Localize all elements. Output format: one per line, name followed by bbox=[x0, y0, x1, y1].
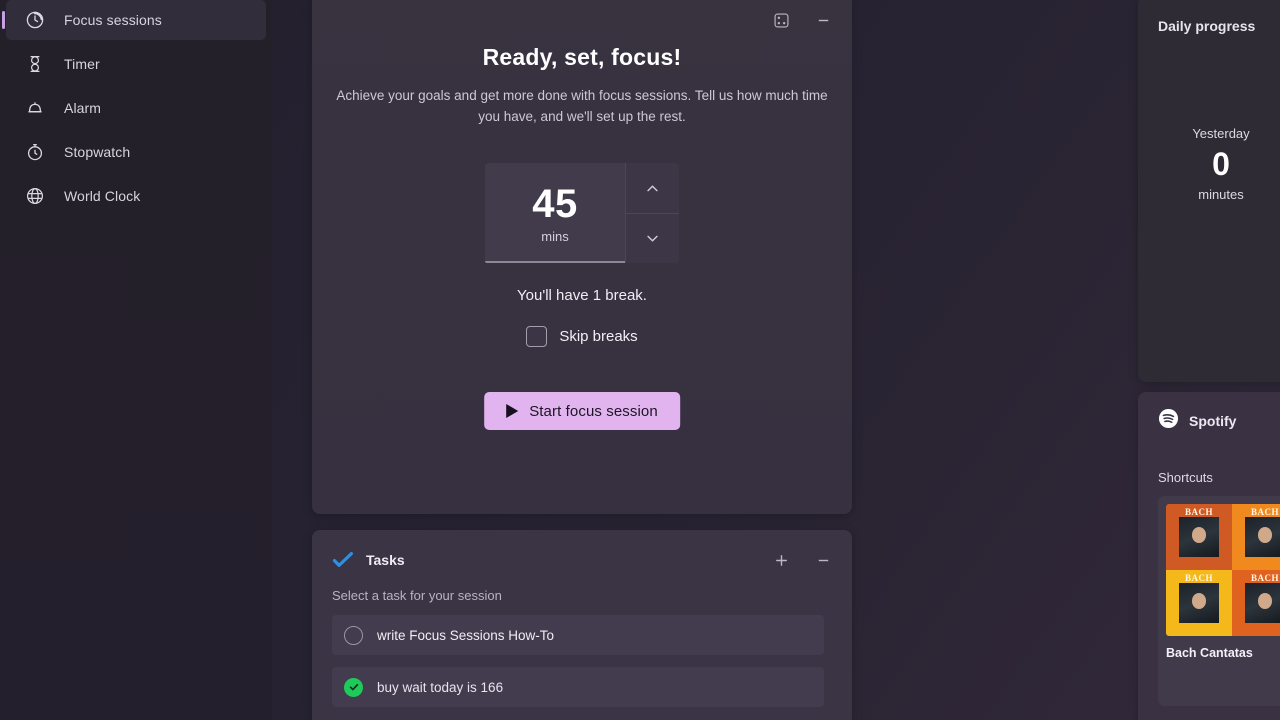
chevron-down-icon[interactable] bbox=[626, 213, 679, 263]
clock-app-window: Focus sessions Timer Alarm Stopwatch Wor… bbox=[0, 0, 1280, 720]
spotify-shortcuts-label: Shortcuts bbox=[1158, 470, 1213, 485]
yesterday-unit: minutes bbox=[1198, 187, 1244, 202]
sidebar-item-stopwatch[interactable]: Stopwatch bbox=[6, 132, 266, 172]
focus-description: Achieve your goals and get more done wit… bbox=[336, 88, 828, 124]
daily-progress-card: Daily progress Yesterday 0 minutes Daily… bbox=[1138, 0, 1280, 382]
minimize-icon[interactable] bbox=[808, 6, 838, 34]
task-checkbox-icon[interactable] bbox=[344, 625, 363, 645]
to-do-check-icon bbox=[332, 551, 354, 569]
skip-breaks-label: Skip breaks bbox=[559, 328, 638, 345]
skip-breaks-checkbox[interactable] bbox=[526, 326, 548, 347]
minimize-icon[interactable] bbox=[808, 546, 838, 574]
start-focus-session-button[interactable]: Start focus session bbox=[484, 392, 680, 430]
sidebar-item-label: Alarm bbox=[64, 100, 102, 116]
sidebar-item-world-clock[interactable]: World Clock bbox=[6, 176, 266, 216]
tasks-tools bbox=[766, 546, 838, 574]
start-button-label: Start focus session bbox=[529, 402, 658, 420]
alarm-bell-icon bbox=[24, 97, 46, 119]
focus-card-tools bbox=[766, 6, 838, 34]
task-row[interactable]: write Focus Sessions How-To bbox=[332, 615, 824, 655]
tasks-card: Tasks Select a task for your session wri… bbox=[312, 530, 852, 720]
stopwatch-icon bbox=[24, 141, 46, 163]
sidebar-item-alarm[interactable]: Alarm bbox=[6, 88, 266, 128]
spotify-label: Spotify bbox=[1189, 413, 1237, 429]
tasks-subtitle: Select a task for your session bbox=[332, 588, 502, 603]
sidebar-item-label: Focus sessions bbox=[64, 12, 162, 28]
tasks-header: Tasks bbox=[312, 530, 852, 574]
task-label: write Focus Sessions How-To bbox=[377, 627, 555, 643]
spotify-tile[interactable]: BACH BACH BACH BACH Bach Cantatas bbox=[1158, 496, 1280, 706]
task-label: buy wait today is 166 bbox=[377, 679, 504, 695]
completed-text: Completed: 2 minutes bbox=[1138, 336, 1280, 352]
spotify-icon bbox=[1158, 408, 1179, 434]
play-icon bbox=[506, 404, 519, 418]
task-row[interactable]: buy wait today is 166 bbox=[332, 667, 824, 707]
duration-value-box[interactable]: 45 mins bbox=[485, 163, 625, 263]
tasks-title: Tasks bbox=[366, 552, 405, 568]
sidebar-item-label: Timer bbox=[64, 56, 100, 72]
daily-progress-title: Daily progress bbox=[1158, 18, 1256, 34]
hourglass-icon bbox=[24, 53, 46, 75]
duration-value: 45 bbox=[532, 181, 578, 226]
add-task-icon[interactable] bbox=[766, 546, 796, 574]
sidebar-item-focus-sessions[interactable]: Focus sessions bbox=[6, 0, 266, 40]
page-title: Ready, set, focus! bbox=[482, 44, 682, 70]
duration-spinner[interactable]: 45 mins bbox=[485, 163, 679, 263]
skip-breaks-row[interactable]: Skip breaks bbox=[312, 326, 852, 347]
album-art-bach-cantatas: BACH BACH BACH BACH bbox=[1166, 504, 1280, 636]
break-note: You'll have 1 break. bbox=[517, 287, 647, 304]
sidebar: Focus sessions Timer Alarm Stopwatch Wor… bbox=[0, 0, 272, 720]
spotify-tile-title: Bach Cantatas bbox=[1166, 646, 1253, 660]
sidebar-item-label: World Clock bbox=[64, 188, 141, 204]
focus-session-card: Ready, set, focus! Achieve your goals an… bbox=[312, 0, 852, 514]
spotify-header: Spotify bbox=[1138, 392, 1280, 434]
yesterday-label: Yesterday bbox=[1192, 126, 1250, 141]
sidebar-item-label: Stopwatch bbox=[64, 144, 131, 160]
spinner-arrows bbox=[625, 163, 679, 263]
yesterday-stat: Yesterday 0 minutes bbox=[1166, 126, 1276, 202]
main-content: Ready, set, focus! Achieve your goals an… bbox=[272, 0, 1280, 720]
spotify-card: Spotify Shortcuts BACH BACH BACH BACH Ba… bbox=[1138, 392, 1280, 720]
duration-unit: mins bbox=[541, 228, 569, 244]
task-checked-icon[interactable] bbox=[344, 677, 363, 697]
sidebar-item-timer[interactable]: Timer bbox=[6, 44, 266, 84]
focus-clock-icon bbox=[24, 9, 46, 31]
theme-dice-icon[interactable] bbox=[766, 6, 796, 34]
spotify-shortcut-grid: BACH BACH BACH BACH Bach Cantatas bbox=[1158, 496, 1280, 706]
yesterday-value: 0 bbox=[1212, 146, 1230, 182]
globe-clock-icon bbox=[24, 185, 46, 207]
chevron-up-icon[interactable] bbox=[626, 163, 679, 213]
